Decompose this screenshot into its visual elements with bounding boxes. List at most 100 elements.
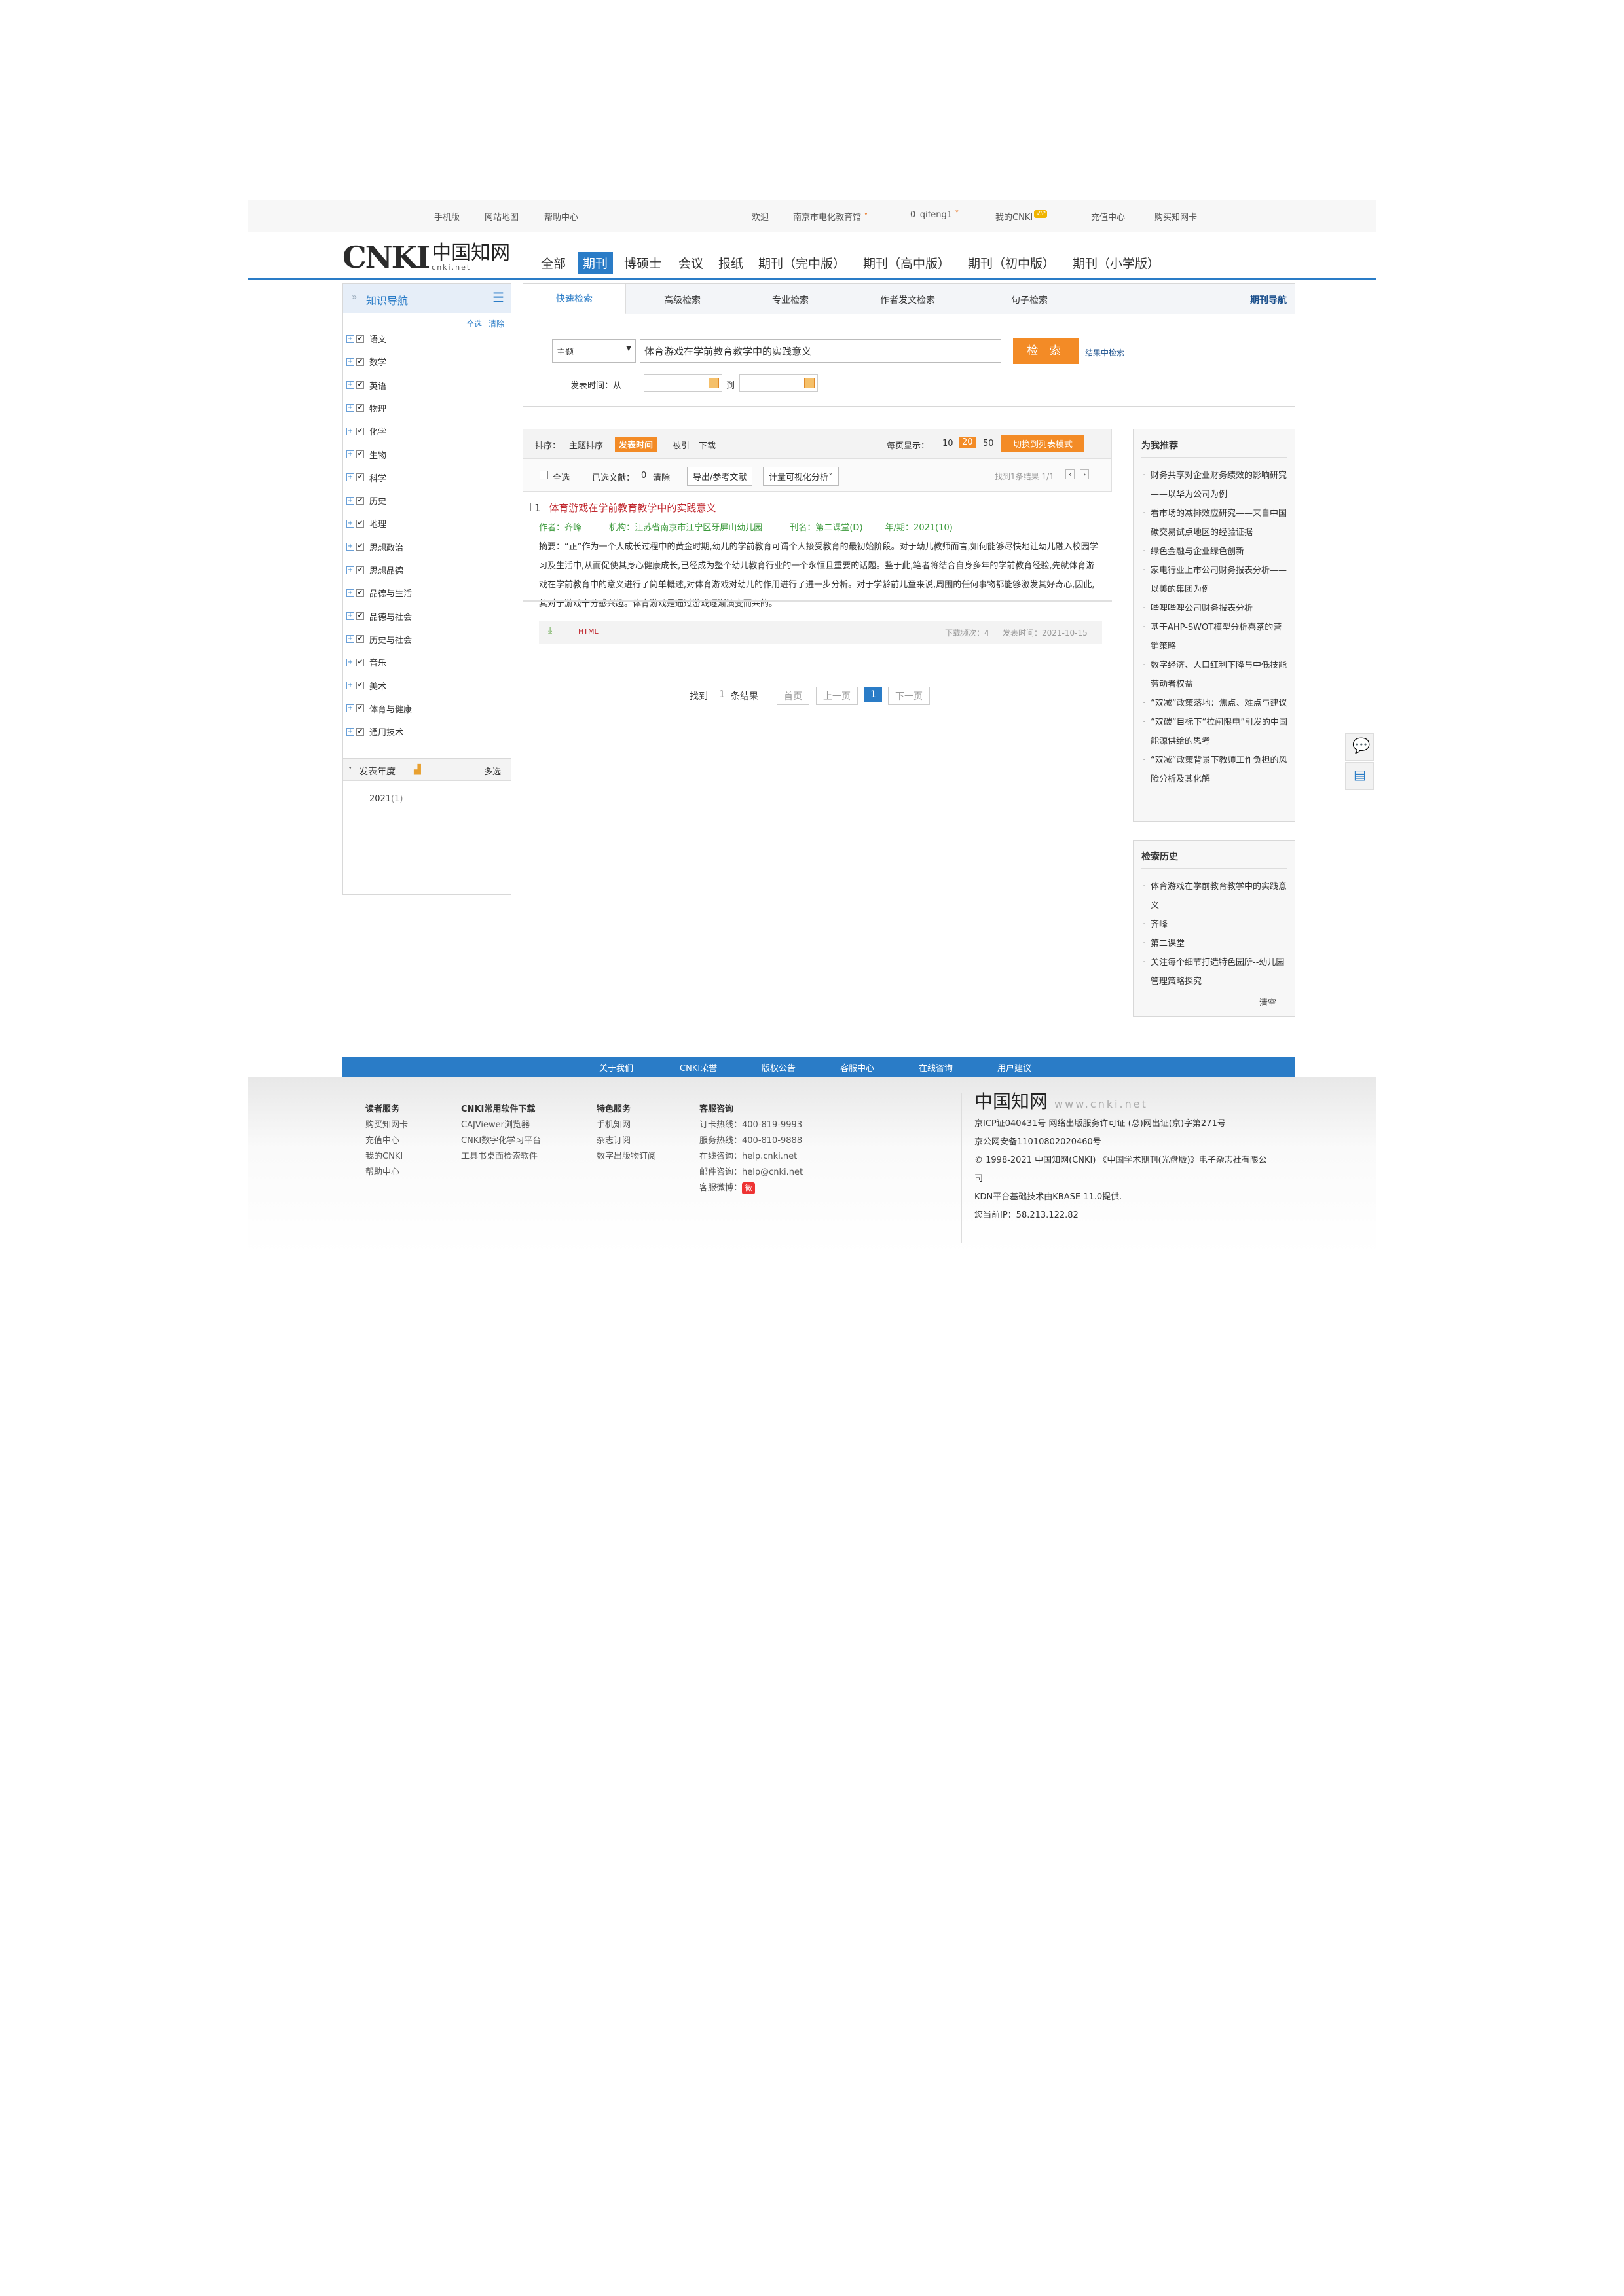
- cnki-logo[interactable]: CNKI 中国知网 cnki.net: [342, 240, 510, 275]
- checkbox-checked[interactable]: ✔: [356, 727, 364, 736]
- tab-journal[interactable]: 期刊: [578, 252, 614, 274]
- switch-list-mode-button[interactable]: 切换到列表模式: [1001, 435, 1085, 452]
- checkbox-checked[interactable]: ✔: [356, 473, 364, 482]
- recommend-item[interactable]: “双减”政策落地：焦点、难点与建议: [1141, 694, 1289, 713]
- subject-item[interactable]: + ✔ 历史与社会: [346, 633, 412, 646]
- tab-sentence-search[interactable]: 句子检索: [1011, 293, 1048, 306]
- subject-item[interactable]: + ✔ 地理: [346, 517, 386, 530]
- user-dropdown[interactable]: 0_qifeng1 ˅: [910, 210, 959, 220]
- per-page-50[interactable]: 50: [983, 439, 994, 448]
- recommend-item[interactable]: 数字经济、人口红利下降与中低技能劳动者权益: [1141, 656, 1289, 694]
- journal-nav-link[interactable]: 期刊导航: [1250, 293, 1287, 306]
- checkbox-checked[interactable]: ✔: [356, 658, 364, 666]
- analysis-dropdown[interactable]: 计量可视化分析˅: [763, 467, 839, 486]
- footer-text[interactable]: 在线咨询：help.cnki.net: [699, 1149, 803, 1165]
- footer-link[interactable]: 数字出版物订阅: [597, 1149, 656, 1165]
- checkbox-checked[interactable]: ✔: [356, 404, 364, 412]
- date-from-input[interactable]: [644, 374, 722, 392]
- expand-icon[interactable]: +: [346, 727, 354, 736]
- tab-newspaper[interactable]: 报纸: [718, 254, 743, 272]
- recommend-item[interactable]: 财务共享对企业财务绩效的影响研究——以华为公司为例: [1141, 466, 1289, 504]
- buy-card-link[interactable]: 购买知网卡: [1154, 210, 1197, 223]
- mycnki-link[interactable]: 我的CNKI VIP: [995, 210, 1048, 223]
- history-item[interactable]: 关注每个细节打造特色园所--幼儿园管理策略探究: [1141, 953, 1289, 991]
- expand-icon[interactable]: +: [346, 589, 354, 597]
- checkbox-checked[interactable]: ✔: [356, 357, 364, 366]
- checkbox-checked[interactable]: ✔: [356, 612, 364, 621]
- tab-journal-high[interactable]: 期刊（高中版）: [863, 254, 950, 272]
- select-all-checkbox[interactable]: [540, 471, 548, 479]
- expand-icon[interactable]: +: [346, 357, 354, 366]
- sort-theme[interactable]: 主题排序: [569, 439, 603, 451]
- footer-link[interactable]: 帮助中心: [365, 1165, 408, 1180]
- subject-item[interactable]: + ✔ 英语: [346, 379, 386, 392]
- history-item[interactable]: 体育游戏在学前教育教学中的实践意义: [1141, 877, 1289, 915]
- recommend-item[interactable]: “双减”政策背景下教师工作负担的风险分析及其化解: [1141, 751, 1289, 789]
- search-in-results-link[interactable]: 结果中检索: [1085, 347, 1124, 358]
- tab-author-search[interactable]: 作者发文检索: [880, 293, 935, 306]
- recommend-item[interactable]: “双碳”目标下“拉闸限电”引发的中国能源供给的思考: [1141, 713, 1289, 751]
- footer-link-about[interactable]: 关于我们: [599, 1061, 633, 1074]
- history-item[interactable]: 齐峰: [1141, 915, 1289, 934]
- subject-item[interactable]: + ✔ 通用技术: [346, 725, 403, 738]
- expand-icon[interactable]: +: [346, 381, 354, 390]
- footer-link[interactable]: 工具书桌面检索软件: [461, 1149, 541, 1165]
- tab-professional-search[interactable]: 专业检索: [772, 293, 809, 306]
- footer-link[interactable]: CNKI数字化学习平台: [461, 1133, 541, 1149]
- expand-icon[interactable]: +: [346, 404, 354, 412]
- tab-all[interactable]: 全部: [541, 254, 566, 272]
- collapse-icon[interactable]: ˅: [348, 766, 352, 774]
- tab-journal-full[interactable]: 期刊（完中版）: [758, 254, 845, 272]
- footer-text[interactable]: 邮件咨询：help@cnki.net: [699, 1165, 803, 1180]
- tab-journal-primary[interactable]: 期刊（小学版）: [1073, 254, 1160, 272]
- tab-conference[interactable]: 会议: [678, 254, 703, 272]
- issue-link[interactable]: 2021(10): [913, 523, 953, 533]
- checkbox-checked[interactable]: ✔: [356, 566, 364, 574]
- recommend-item[interactable]: 绿色金融与企业绿色创新: [1141, 542, 1289, 561]
- checkbox-checked[interactable]: ✔: [356, 335, 364, 343]
- expand-icon[interactable]: +: [346, 473, 354, 482]
- org-dropdown[interactable]: 南京市电化教育馆 ˅: [793, 210, 868, 223]
- menu-icon[interactable]: ☰: [492, 289, 504, 305]
- mobile-link[interactable]: 手机版: [434, 210, 460, 223]
- expand-icon[interactable]: +: [346, 335, 354, 343]
- recommend-item[interactable]: 看市场的减排效应研究——来自中国碳交易试点地区的经验证据: [1141, 504, 1289, 542]
- subject-item[interactable]: + ✔ 音乐: [346, 656, 386, 668]
- date-to-input[interactable]: [739, 374, 818, 392]
- journal-link[interactable]: 第二课堂(D): [815, 523, 862, 533]
- weibo-icon[interactable]: 微: [742, 1182, 756, 1194]
- field-select[interactable]: 主题 ▼: [552, 339, 636, 363]
- search-button[interactable]: 检 索: [1013, 338, 1079, 364]
- org-link[interactable]: 江苏省南京市江宁区牙屏山幼儿园: [635, 523, 762, 533]
- expand-icon[interactable]: +: [346, 612, 354, 621]
- checkbox-checked[interactable]: ✔: [356, 496, 364, 505]
- select-all-link[interactable]: 全选: [466, 319, 482, 329]
- checkbox-checked[interactable]: ✔: [356, 543, 364, 551]
- expand-icon[interactable]: +: [346, 519, 354, 528]
- subject-item[interactable]: + ✔ 品德与社会: [346, 610, 412, 623]
- calendar-icon[interactable]: [804, 378, 815, 388]
- calendar-icon[interactable]: [709, 378, 719, 388]
- tab-quick-search[interactable]: 快速检索: [523, 284, 626, 314]
- history-clear-link[interactable]: 清空: [1259, 996, 1276, 1008]
- chart-icon[interactable]: ▟: [414, 765, 421, 775]
- expand-icon[interactable]: +: [346, 496, 354, 505]
- subject-item[interactable]: + ✔ 历史: [346, 494, 386, 507]
- prev-page-button[interactable]: 上一页: [816, 687, 858, 705]
- subject-item[interactable]: + ✔ 化学: [346, 425, 386, 437]
- current-page[interactable]: 1: [864, 687, 882, 702]
- history-item[interactable]: 第二课堂: [1141, 934, 1289, 953]
- checkbox-checked[interactable]: ✔: [356, 589, 364, 597]
- subject-item[interactable]: + ✔ 思想政治: [346, 541, 403, 553]
- footer-link[interactable]: 杂志订阅: [597, 1133, 656, 1149]
- recommend-item[interactable]: 哔哩哔哩公司财务报表分析: [1141, 599, 1289, 618]
- subject-item[interactable]: + ✔ 美术: [346, 680, 386, 692]
- footer-link-service[interactable]: 客服中心: [840, 1061, 874, 1074]
- multi-select-link[interactable]: 多选: [484, 765, 501, 777]
- expand-icon[interactable]: +: [346, 704, 354, 713]
- expand-icon[interactable]: +: [346, 682, 354, 689]
- footer-link-consult[interactable]: 在线咨询: [919, 1061, 953, 1074]
- recharge-link[interactable]: 充值中心: [1091, 210, 1125, 223]
- year-item[interactable]: 2021(1): [369, 794, 403, 804]
- footer-link[interactable]: 购买知网卡: [365, 1118, 408, 1133]
